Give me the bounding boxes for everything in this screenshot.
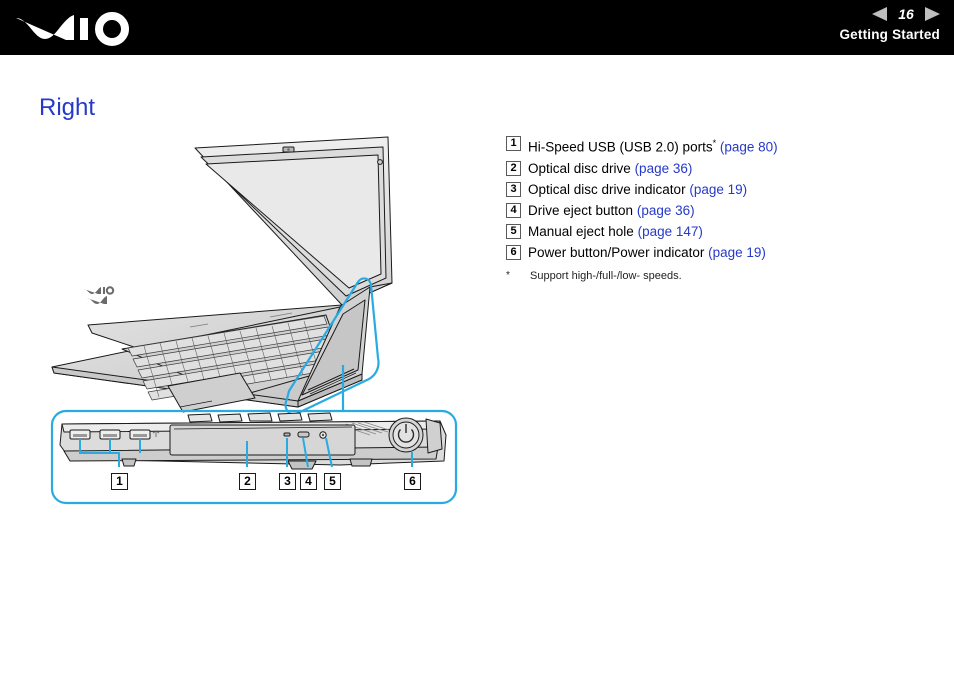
- callout-item-4: 4 Drive eject button (page 36): [506, 203, 926, 219]
- detail-label-3: 3: [279, 473, 296, 490]
- callout-number-5: 5: [506, 224, 521, 240]
- callout-pageref-2[interactable]: (page 36): [635, 161, 693, 176]
- callout-label-text-3: Optical disc drive indicator: [528, 181, 686, 197]
- callout-pageref-1[interactable]: (page 80): [720, 140, 778, 155]
- callout-pageref-4[interactable]: (page 36): [637, 203, 695, 218]
- callout-number-4: 4: [506, 203, 521, 219]
- callout-list: 1 Hi-Speed USB (USB 2.0) ports* (page 80…: [506, 136, 926, 282]
- footnote: * Support high-/full-/low- speeds.: [506, 270, 926, 282]
- detail-label-6: 6: [404, 473, 421, 490]
- callout-label-text-5: Manual eject hole: [528, 224, 634, 240]
- callout-label-text-2: Optical disc drive: [528, 160, 631, 176]
- usb-ports: [69, 429, 151, 440]
- callout-label-3: Optical disc drive indicator (page 19): [528, 182, 747, 197]
- section-title: Getting Started: [839, 27, 940, 42]
- page-header-bar: 16 Getting Started: [0, 0, 954, 55]
- vaio-logo: [14, 9, 146, 49]
- detail-label-4: 4: [300, 473, 317, 490]
- footnote-marker-1: *: [712, 138, 717, 148]
- callout-item-6: 6 Power button/Power indicator (page 19): [506, 245, 926, 261]
- laptop-lid: [194, 136, 393, 306]
- footnote-marker: *: [506, 270, 510, 282]
- callout-number-3: 3: [506, 181, 521, 197]
- callout-pageref-6[interactable]: (page 19): [708, 245, 766, 260]
- detail-label-2: 2: [239, 473, 256, 490]
- detail-label-5: 5: [324, 473, 341, 490]
- callout-item-5: 5 Manual eject hole (page 147): [506, 224, 926, 240]
- callout-label-1: Hi-Speed USB (USB 2.0) ports* (page 80): [528, 136, 778, 155]
- callout-label-text-1: Hi-Speed USB (USB 2.0) ports: [528, 139, 713, 155]
- callout-label-5: Manual eject hole (page 147): [528, 224, 703, 239]
- callout-label-text-6: Power button/Power indicator: [528, 245, 705, 261]
- callout-item-3: 3 Optical disc drive indicator (page 19): [506, 181, 926, 197]
- callout-label-2: Optical disc drive (page 36): [528, 161, 692, 176]
- page-title: Right: [39, 94, 96, 121]
- triangle-right-icon[interactable]: [925, 7, 940, 21]
- callout-item-1: 1 Hi-Speed USB (USB 2.0) ports* (page 80…: [506, 136, 926, 155]
- header-navigation: 16 Getting Started: [800, 4, 940, 42]
- callout-label-4: Drive eject button (page 36): [528, 203, 695, 218]
- page-number: 16: [898, 6, 914, 22]
- detail-label-1: 1: [111, 473, 128, 490]
- callout-number-6: 6: [506, 245, 521, 261]
- palmrest-vaio-logo: [87, 296, 107, 304]
- callout-pageref-5[interactable]: (page 147): [638, 224, 703, 239]
- optical-drive-indicator-led: [283, 432, 291, 437]
- callout-label-text-4: Drive eject button: [528, 203, 634, 219]
- page-pager: 16: [800, 4, 940, 24]
- callout-number-1: 1: [506, 136, 521, 151]
- drive-eject-button: [297, 431, 310, 438]
- power-button: [388, 417, 443, 454]
- callout-pageref-3[interactable]: (page 19): [689, 182, 747, 197]
- callout-label-6: Power button/Power indicator (page 19): [528, 245, 766, 260]
- callout-item-2: 2 Optical disc drive (page 36): [506, 160, 926, 176]
- callout-number-2: 2: [506, 160, 521, 176]
- footnote-text: Support high-/full-/low- speeds.: [530, 270, 682, 283]
- triangle-left-icon[interactable]: [872, 7, 887, 21]
- laptop-right-side-detail-illustration: 1 2 3 4 5 6: [40, 405, 470, 510]
